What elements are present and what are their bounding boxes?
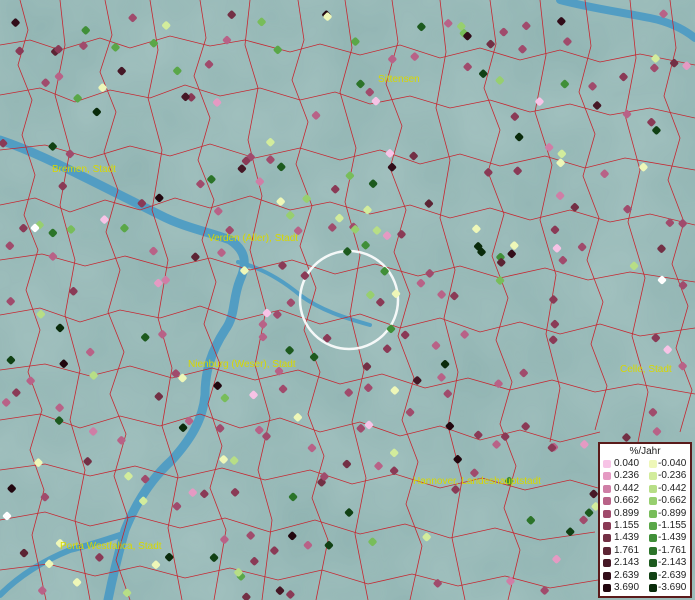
legend-value: 1.155 xyxy=(614,519,640,531)
legend-swatch xyxy=(603,534,611,543)
city-label[interactable]: Porta Westfalica, Stadt xyxy=(60,541,162,552)
legend-swatch xyxy=(649,571,657,580)
legend-swatch xyxy=(649,521,657,530)
legend-row: 2.639 -2.639 xyxy=(600,570,690,582)
legend-swatch xyxy=(603,571,611,580)
legend-title: %/Jahr xyxy=(629,446,661,457)
legend-value: 1.761 xyxy=(614,544,640,556)
legend-value: 0.040 xyxy=(614,458,640,469)
legend-value: -0.899 xyxy=(658,507,687,519)
legend-swatch xyxy=(649,472,657,481)
legend-value: -0.662 xyxy=(658,495,687,507)
map-canvas[interactable]: Bremen, Stadt Sittensen Verden (Aller), … xyxy=(0,0,695,600)
legend-value: 1.439 xyxy=(614,532,640,544)
city-label[interactable]: Bremen, Stadt xyxy=(52,164,116,175)
legend-swatch xyxy=(603,559,611,568)
legend-swatch xyxy=(649,534,657,543)
legend-row: 1.155 -1.155 xyxy=(600,520,690,532)
city-label[interactable]: Sittensen xyxy=(378,74,420,85)
city-label[interactable]: Hannover, Landeshauptstadt xyxy=(413,476,541,487)
legend-swatch xyxy=(603,460,611,468)
legend-value: -1.439 xyxy=(658,532,687,544)
legend-row: 1.439 -1.439 xyxy=(600,532,690,544)
legend-swatch xyxy=(649,509,657,518)
legend-row: 0.236 -0.236 xyxy=(600,470,690,482)
legend-swatch xyxy=(649,546,657,555)
city-label[interactable]: Celle, Stadt xyxy=(620,364,672,375)
legend: %/Jahr 0.040 -0.040 0.236 -0.236 0.442 -0.442… xyxy=(598,442,692,598)
legend-value: 2.639 xyxy=(614,569,640,581)
legend-value: 0.236 xyxy=(614,470,640,482)
legend-value: 0.662 xyxy=(614,495,640,507)
legend-rows: 0.040 -0.040 0.236 -0.236 0.442 -0.442 0.662 -0… xyxy=(600,458,690,594)
legend-row: 1.761 -1.761 xyxy=(600,545,690,557)
legend-swatch xyxy=(649,460,657,468)
legend-row: 2.143 -2.143 xyxy=(600,557,690,569)
legend-swatch xyxy=(603,583,611,592)
legend-value: 0.442 xyxy=(614,482,640,494)
legend-row: 0.899 -0.899 xyxy=(600,508,690,520)
legend-swatch xyxy=(649,559,657,568)
legend-swatch xyxy=(649,484,657,493)
city-label[interactable]: Verden (Aller), Stadt xyxy=(208,233,298,244)
legend-row: 0.040 -0.040 xyxy=(600,458,690,470)
legend-swatch xyxy=(603,472,611,481)
legend-row: 0.662 -0.662 xyxy=(600,495,690,507)
legend-row: 0.442 -0.442 xyxy=(600,483,690,495)
legend-swatch xyxy=(603,509,611,518)
legend-swatch xyxy=(603,546,611,555)
legend-value: -2.639 xyxy=(658,569,687,581)
legend-value: -0.040 xyxy=(658,458,687,469)
legend-row: 3.690 -3.690 xyxy=(600,582,690,594)
legend-value: -2.143 xyxy=(658,557,687,569)
legend-swatch xyxy=(603,484,611,493)
legend-value: -1.155 xyxy=(658,519,687,531)
legend-swatch xyxy=(649,497,657,506)
legend-swatch xyxy=(649,583,657,592)
legend-value: -3.690 xyxy=(658,581,687,593)
city-label[interactable]: Nienburg (Weser), Stadt xyxy=(188,359,296,370)
legend-swatch xyxy=(603,497,611,506)
legend-swatch xyxy=(603,521,611,530)
legend-value: 2.143 xyxy=(614,557,640,569)
legend-value: -0.236 xyxy=(658,470,687,482)
legend-value: 3.690 xyxy=(614,581,640,593)
legend-value: -1.761 xyxy=(658,544,687,556)
legend-value: 0.899 xyxy=(614,507,640,519)
legend-value: -0.442 xyxy=(658,482,687,494)
